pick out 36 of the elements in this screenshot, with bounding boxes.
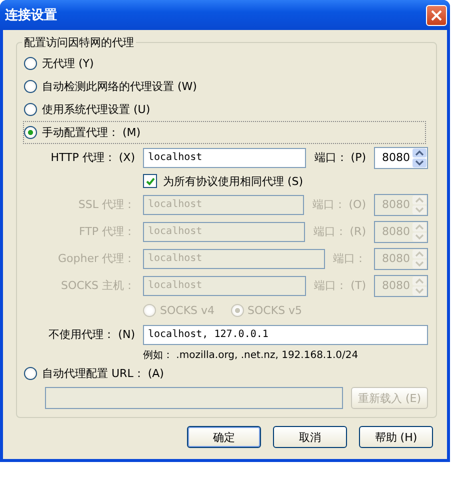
checkbox-label[interactable]: 为所有协议使用相同代理 (S) — [163, 174, 304, 188]
radio-label[interactable]: 自动检测此网络的代理设置 (W) — [42, 79, 197, 94]
proxy-host-field[interactable]: localhost — [143, 148, 306, 168]
radio-button[interactable] — [24, 367, 37, 380]
spinner-arrows-icon[interactable] — [412, 148, 427, 168]
close-icon — [431, 10, 442, 20]
dialog-button[interactable]: 确定 — [187, 426, 261, 448]
proxy-label: HTTP 代理： (X) — [50, 150, 135, 165]
port-label: 端口： (O) — [312, 197, 366, 212]
dialog-button[interactable]: 帮助 (H) — [359, 426, 433, 448]
port-spinner[interactable]: 8080 — [374, 146, 428, 168]
radio-button[interactable] — [24, 126, 37, 139]
dialog-button[interactable]: 取消 — [273, 426, 347, 448]
example-hint: 例如： .mozilla.org, .net.nz, 192.168.1.0/24 — [142, 349, 360, 362]
radio-label[interactable]: 手动配置代理： (M) — [42, 125, 141, 140]
port-label: 端口： — [333, 251, 366, 266]
group-title: 配置访问因特网的代理 — [22, 35, 136, 50]
radio-label[interactable]: 无代理 (Y) — [42, 56, 94, 71]
checkbox[interactable] — [143, 174, 157, 188]
radio-label[interactable]: 自动代理配置 URL： (A) — [42, 366, 164, 381]
no-proxy-label: 不使用代理： (N) — [48, 327, 135, 342]
radio-label[interactable]: 使用系统代理设置 (U) — [42, 102, 150, 117]
close-button[interactable] — [426, 4, 447, 26]
port-label: 端口： (P) — [314, 150, 366, 165]
window-title: 连接设置 — [5, 6, 57, 24]
port-label: 端口： (T) — [314, 278, 366, 293]
radio-button[interactable] — [24, 80, 37, 93]
radio-button[interactable] — [24, 103, 37, 116]
url-field[interactable] — [45, 387, 343, 409]
proxy-label: SSL 代理： — [77, 197, 135, 212]
port-label: 端口： (R) — [313, 224, 366, 239]
proxy-label: FTP 代理： — [78, 224, 135, 239]
radio-button[interactable] — [24, 57, 37, 70]
no-proxy-field[interactable]: localhost, 127.0.0.1 — [143, 324, 428, 344]
proxy-label: Gopher 代理： — [57, 251, 135, 266]
proxy-label: SOCKS 主机： — [60, 278, 135, 293]
